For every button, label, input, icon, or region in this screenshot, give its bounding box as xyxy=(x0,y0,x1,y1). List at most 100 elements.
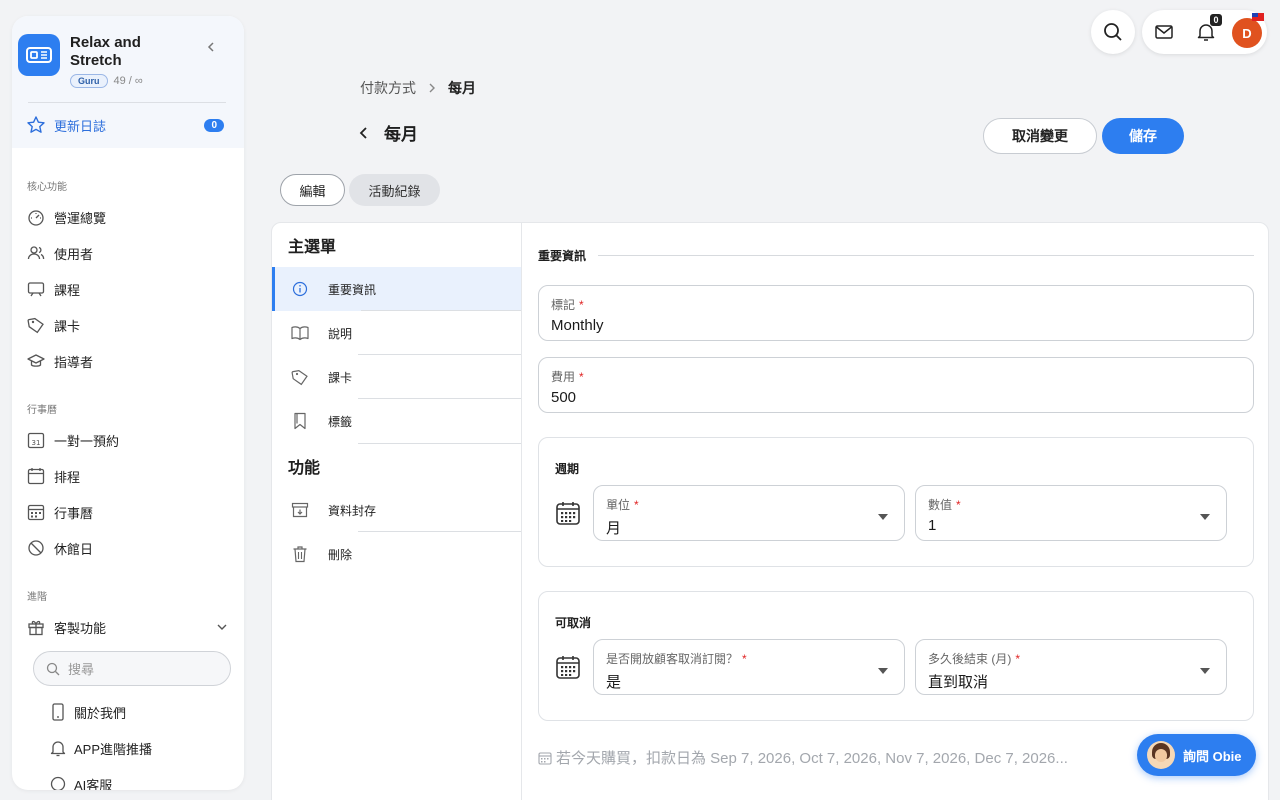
unit-select[interactable]: 單位 * 月 xyxy=(593,485,905,541)
dropdown-caret-icon xyxy=(1200,668,1210,674)
calendar-31-icon: 31 xyxy=(26,430,46,450)
menu-item-class-cards[interactable]: 課卡 xyxy=(272,355,521,399)
sidebar-item-label: 一對一預約 xyxy=(54,433,120,449)
chevron-right-icon xyxy=(426,82,438,94)
trash-icon xyxy=(290,544,310,564)
sidebar-item-label: 課卡 xyxy=(54,318,81,334)
menu-item-label: 資料封存 xyxy=(328,503,377,518)
collapse-sidebar-icon[interactable] xyxy=(204,40,218,54)
section-title-advanced: 進階 xyxy=(27,592,47,603)
sidebar-item-cards[interactable]: 課卡 xyxy=(12,307,244,343)
menu-item-delete[interactable]: 刪除 xyxy=(272,532,521,576)
field-label: 單位 * xyxy=(606,498,639,512)
back-arrow-icon[interactable] xyxy=(356,125,372,141)
calendar-icon xyxy=(555,500,581,526)
calendar-icon xyxy=(538,751,552,765)
field-label: 標記 * xyxy=(551,298,584,312)
changelog-count-badge: 0 xyxy=(204,118,224,132)
period-card: 週期 單位 * 月 數值 * 1 xyxy=(538,437,1254,567)
label-field[interactable]: 標記 * Monthly xyxy=(538,285,1254,341)
sidebar-item-closed-days[interactable]: 休館日 xyxy=(12,530,244,566)
sidebar-item-dashboard[interactable]: 營運總覽 xyxy=(12,199,244,235)
price-field-value: 500 xyxy=(551,389,577,406)
info-icon xyxy=(290,279,310,299)
end-after-value: 直到取消 xyxy=(928,674,989,691)
menu-heading-functions: 功能 xyxy=(288,460,321,477)
changelog-link[interactable]: 更新日誌 0 xyxy=(18,103,236,135)
sidebar-item-calendar[interactable]: 行事曆 xyxy=(12,494,244,530)
sidebar-search-input[interactable]: 搜尋 xyxy=(33,651,231,686)
sidebar-header: Relax and Stretch Guru 49 / ∞ 更新日誌 0 xyxy=(12,16,244,148)
search-icon xyxy=(46,662,60,676)
breadcrumb-current: 每月 xyxy=(448,80,476,96)
section-menu: 主選單 重要資訊 說明 課卡 標籤 功能 資料封存 刪除 xyxy=(272,223,522,800)
plan-count: 49 / ∞ xyxy=(113,75,143,87)
menu-item-important-info[interactable]: 重要資訊 xyxy=(272,267,521,311)
sidebar-item-label: 課程 xyxy=(54,282,81,298)
label-field-value: Monthly xyxy=(551,317,604,334)
divider xyxy=(598,255,1254,256)
sidebar-item-label: 休館日 xyxy=(54,541,94,557)
graduation-cap-icon xyxy=(26,351,46,371)
user-avatar[interactable]: D xyxy=(1232,18,1262,48)
sidebar-item-app-push[interactable]: APP進階推播 xyxy=(12,730,244,766)
archive-icon xyxy=(290,500,310,520)
breadcrumb-parent-link[interactable]: 付款方式 xyxy=(360,78,416,98)
sidebar-item-label: 營運總覽 xyxy=(54,210,107,226)
sidebar: Relax and Stretch Guru 49 / ∞ 更新日誌 0 核心功… xyxy=(12,16,244,790)
svg-text:31: 31 xyxy=(32,439,41,447)
chevron-down-icon[interactable] xyxy=(216,621,228,633)
sidebar-item-label: 指導者 xyxy=(54,354,94,370)
mail-icon[interactable] xyxy=(1154,22,1174,42)
menu-item-label: 說明 xyxy=(328,326,353,341)
tab-activity-log[interactable]: 活動紀錄 xyxy=(349,174,440,206)
end-after-select[interactable]: 多久後結束 (月) * 直到取消 xyxy=(915,639,1227,695)
search-icon xyxy=(1103,22,1123,42)
ask-assistant-button[interactable]: 詢問 Obie xyxy=(1137,734,1256,776)
sidebar-item-label: 客製功能 xyxy=(54,620,107,636)
brand: Relax and Stretch Guru 49 / ∞ xyxy=(18,34,236,88)
billing-note-text: 若今天購買，扣款日為 Sep 7, 2026, Oct 7, 2026, Nov… xyxy=(556,750,1068,767)
cancel-changes-button[interactable]: 取消變更 xyxy=(983,118,1097,154)
dropdown-caret-icon xyxy=(878,668,888,674)
page-header: 每月 xyxy=(356,120,418,145)
period-title: 週期 xyxy=(555,462,580,476)
cancellable-card: 可取消 是否開放顧客取消訂閱？ * 是 多久後結束 (月) * 直到取消 xyxy=(538,591,1254,721)
ban-icon xyxy=(26,538,46,558)
price-field[interactable]: 費用 * 500 xyxy=(538,357,1254,413)
global-search-button[interactable] xyxy=(1091,10,1135,54)
sidebar-item-custom-features[interactable]: 客製功能 xyxy=(12,609,244,645)
calendar-icon xyxy=(26,466,46,486)
flag-icon xyxy=(1252,13,1264,21)
save-button[interactable]: 儲存 xyxy=(1102,118,1184,154)
dashboard-icon xyxy=(26,207,46,227)
menu-item-description[interactable]: 說明 xyxy=(272,311,521,355)
chat-icon xyxy=(48,774,68,790)
breadcrumb: 付款方式 每月 xyxy=(360,78,476,98)
sidebar-item-one-on-one[interactable]: 31 一對一預約 xyxy=(12,422,244,458)
sidebar-item-label: 行事曆 xyxy=(54,505,94,521)
sidebar-item-instructors[interactable]: 指導者 xyxy=(12,343,244,379)
count-select-value: 1 xyxy=(928,517,937,534)
sidebar-item-ai-support[interactable]: AI客服 xyxy=(12,766,244,790)
app-logo[interactable] xyxy=(18,34,60,76)
dropdown-caret-icon xyxy=(878,514,888,520)
menu-item-archive[interactable]: 資料封存 xyxy=(272,488,521,532)
sidebar-item-about-us[interactable]: 關於我們 xyxy=(12,694,244,730)
sidebar-item-users[interactable]: 使用者 xyxy=(12,235,244,271)
count-select[interactable]: 數值 * 1 xyxy=(915,485,1227,541)
gift-icon xyxy=(26,617,46,637)
menu-item-label: 課卡 xyxy=(328,370,353,385)
section-title-core: 核心功能 xyxy=(27,182,67,193)
unit-select-value: 月 xyxy=(606,520,622,537)
sidebar-item-courses[interactable]: 課程 xyxy=(12,271,244,307)
sidebar-item-schedule[interactable]: 排程 xyxy=(12,458,244,494)
bookmark-icon xyxy=(290,411,310,431)
search-placeholder: 搜尋 xyxy=(68,662,95,677)
tag-icon xyxy=(26,315,46,335)
users-icon xyxy=(26,243,46,263)
menu-item-tags[interactable]: 標籤 xyxy=(272,399,521,443)
tab-edit[interactable]: 編輯 xyxy=(280,174,345,206)
allow-cancel-select[interactable]: 是否開放顧客取消訂閱？ * 是 xyxy=(593,639,905,695)
menu-item-label: 重要資訊 xyxy=(328,282,377,297)
